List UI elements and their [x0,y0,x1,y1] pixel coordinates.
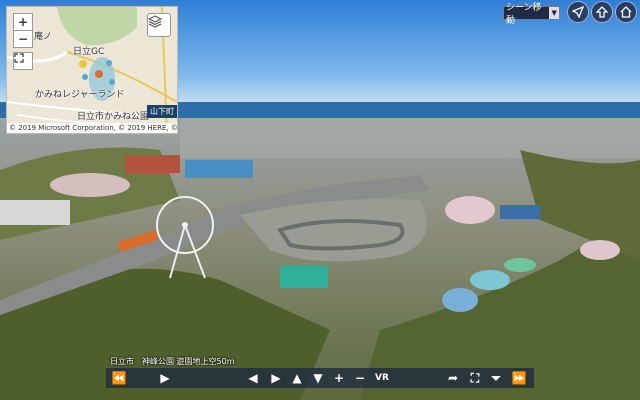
minimap-zoom-out-button[interactable]: − [13,30,33,48]
panorama-viewer[interactable]: + − 庵ノ 日立GC かみねレジャーランド 日立市かみね公園 山下町 © 20… [0,0,640,400]
minimap-copyright: © 2019 Microsoft Corporation, © 2019 HER… [7,123,178,133]
chevron-down-icon: ▼ [549,7,559,19]
minimap-marker-blue [82,74,88,80]
arrow-up-icon: ▲ [292,371,302,385]
pan-right-button[interactable]: ▶ [267,368,285,388]
home-icon [620,6,632,18]
pan-left-button[interactable]: ◀ [244,368,262,388]
upload-icon [596,6,608,18]
hide-controls-button[interactable]: ⏷ [487,368,505,388]
pan-down-button[interactable]: ▼ [309,368,327,388]
minimap-fullscreen-button[interactable] [13,52,33,70]
rewind-button[interactable]: ⏪ [110,368,128,388]
home-button[interactable] [615,1,637,23]
vr-goggles-icon: VR [375,373,389,383]
zoom-in-icon: + [333,371,345,385]
pan-up-button[interactable]: ▲ [288,368,306,388]
navigation-button[interactable] [567,1,589,23]
minimap-marker-yellow [79,60,87,68]
share-button[interactable]: ➦ [444,368,462,388]
player-toolbar: ⏪ ▶ ◀ ▶ ▲ ▼ + − VR ➦ ⛶ ⏷ ⏩ [106,368,534,388]
zoom-out-button[interactable]: − [351,368,369,388]
fast-forward-icon: ⏩ [511,371,527,385]
fullscreen-button[interactable]: ⛶ [466,368,484,388]
fullscreen-icon [14,53,24,63]
minimap-label-tag: 庵ノ [34,32,53,42]
minimap-marker-current [95,70,103,78]
arrow-left-icon: ◀ [248,371,258,385]
minimap[interactable]: + − 庵ノ 日立GC かみねレジャーランド 日立市かみね公園 山下町 © 20… [6,6,178,134]
fullscreen-icon: ⛶ [470,370,480,385]
scene-caption: 日立市 神峰公園 遊園地上空50m [110,357,235,366]
minimap-marker-blue [109,79,115,85]
minimap-label-kaminei-park: 日立市かみね公園 [77,112,150,122]
navigation-icon [572,6,584,18]
minimap-layers-button[interactable] [147,13,171,37]
zoom-in-button[interactable]: + [330,368,348,388]
hide-controls-icon: ⏷ [491,370,501,385]
upload-button[interactable] [591,1,613,23]
minimap-label-hitachi-gc: 日立GC [73,47,105,57]
play-button[interactable]: ▶ [156,368,174,388]
arrow-right-icon: ▶ [271,371,281,385]
scene-select-label: シーン移動 [506,3,542,26]
zoom-out-icon: − [354,371,366,385]
share-icon: ➦ [447,371,459,385]
layers-icon [148,15,162,28]
minimap-zoom-in-button[interactable]: + [13,13,33,31]
play-icon: ▶ [160,371,170,385]
rewind-icon: ⏪ [111,371,127,385]
minimap-label-yamashita: 山下町 [147,105,177,118]
vr-button[interactable]: VR [371,368,393,388]
minimap-marker-blue [106,60,112,66]
arrow-down-icon: ▼ [313,371,323,385]
minimap-label-kaminei-leisure: かみねレジャーランド [35,90,125,100]
fast-forward-button[interactable]: ⏩ [510,368,528,388]
scene-select-dropdown[interactable]: シーン移動 ▼ [503,3,560,26]
